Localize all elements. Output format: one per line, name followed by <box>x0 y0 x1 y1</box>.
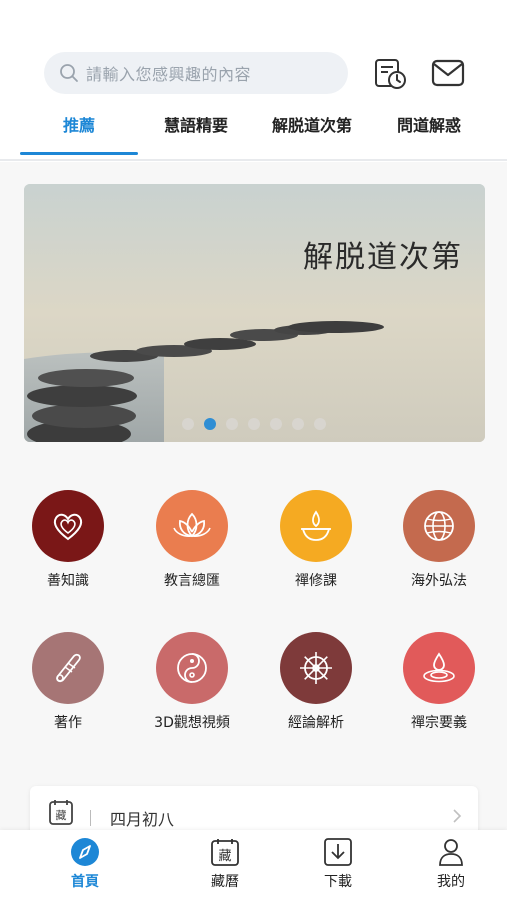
feature-label: 海外弘法 <box>411 573 467 589</box>
tibetan-calendar-icon: 藏 <box>190 836 260 868</box>
app-screen: 請輸入您感興趣的內容 推薦 慧語精要 解脱道次第 問道解惑 解脱道次第 善知識 … <box>0 0 507 900</box>
feature-label: 禪修課 <box>295 573 337 589</box>
nav-calendar-char: 藏 <box>218 849 231 864</box>
yin-yang-icon <box>156 632 228 704</box>
feature-label: 禪宗要義 <box>411 715 467 731</box>
tab-wisdom-essentials[interactable]: 慧語精要 <box>148 108 244 144</box>
globe-icon <box>403 490 475 562</box>
search-bar[interactable]: 請輸入您感興趣的內容 <box>44 52 348 94</box>
carousel-dot[interactable] <box>226 418 238 430</box>
user-icon <box>416 836 486 868</box>
feature-label: 3D觀想視頻 <box>154 715 230 731</box>
feature-writings[interactable]: 著作 <box>13 632 123 732</box>
oil-lamp-icon <box>280 490 352 562</box>
nav-tibetan-calendar[interactable]: 藏 藏曆 <box>190 836 260 891</box>
calendar-date: 四月初八 <box>110 810 175 829</box>
search-input[interactable]: 請輸入您感興趣的內容 <box>86 61 251 85</box>
water-drop-icon <box>403 632 475 704</box>
feature-spiritual-teachers[interactable]: 善知識 <box>13 490 123 590</box>
feature-3d-visualization-videos[interactable]: 3D觀想視頻 <box>137 632 247 732</box>
feature-label: 經論解析 <box>288 715 344 731</box>
download-icon <box>303 836 373 868</box>
carousel-dot[interactable] <box>248 418 260 430</box>
tibetan-calendar-icon: 藏 <box>48 798 74 830</box>
header: 請輸入您感興趣的內容 推薦 慧語精要 解脱道次第 問道解惑 <box>0 0 507 162</box>
feature-overseas-dharma[interactable]: 海外弘法 <box>384 490 494 590</box>
nav-label: 下載 <box>324 874 352 890</box>
heart-icon <box>32 490 104 562</box>
nav-profile[interactable]: 我的 <box>416 836 486 891</box>
nav-label: 首頁 <box>71 874 99 890</box>
nav-label: 我的 <box>437 874 465 890</box>
compass-icon <box>50 836 120 868</box>
chevron-right-icon <box>452 808 462 828</box>
feature-label: 善知識 <box>47 573 89 589</box>
mail-icon[interactable] <box>430 55 466 91</box>
scroll-icon <box>32 632 104 704</box>
bottom-navigation: 首頁 藏 藏曆 下載 我的 <box>0 830 507 900</box>
feature-teachings-collection[interactable]: 教言總匯 <box>137 490 247 590</box>
carousel-dot[interactable] <box>270 418 282 430</box>
carousel-dots <box>182 418 326 430</box>
header-divider <box>0 159 507 161</box>
carousel-dot[interactable] <box>292 418 304 430</box>
history-calendar-icon[interactable] <box>372 55 408 91</box>
calendar-divider <box>90 810 91 826</box>
nav-download[interactable]: 下載 <box>303 836 373 891</box>
feature-sutra-analysis[interactable]: 經論解析 <box>261 632 371 732</box>
tab-recommended[interactable]: 推薦 <box>20 108 138 144</box>
feature-meditation-class[interactable]: 禪修課 <box>261 490 371 590</box>
carousel-dot[interactable] <box>182 418 194 430</box>
stacked-stones-image <box>24 184 485 442</box>
feature-zen-essentials[interactable]: 禪宗要義 <box>384 632 494 732</box>
main-content: 解脱道次第 善知識 教言總匯 禪修課 海外弘法 著作 3D觀想視頻 經論解析 禪… <box>0 162 507 846</box>
active-tab-indicator <box>20 152 138 155</box>
feature-label: 教言總匯 <box>164 573 220 589</box>
lotus-icon <box>156 490 228 562</box>
search-icon <box>58 62 80 84</box>
nav-home[interactable]: 首頁 <box>50 836 120 891</box>
tab-questions[interactable]: 問道解惑 <box>384 108 474 144</box>
banner-carousel[interactable]: 解脱道次第 <box>24 184 485 442</box>
banner-title: 解脱道次第 <box>303 240 463 275</box>
tab-bar: 推薦 慧語精要 解脱道次第 問道解惑 <box>0 108 507 162</box>
dharma-wheel-icon <box>280 632 352 704</box>
carousel-dot[interactable] <box>314 418 326 430</box>
calendar-icon-char: 藏 <box>56 809 67 822</box>
carousel-dot-active[interactable] <box>204 418 216 430</box>
tab-path-to-liberation[interactable]: 解脱道次第 <box>262 108 362 144</box>
nav-label: 藏曆 <box>211 874 239 890</box>
feature-label: 著作 <box>54 715 82 731</box>
